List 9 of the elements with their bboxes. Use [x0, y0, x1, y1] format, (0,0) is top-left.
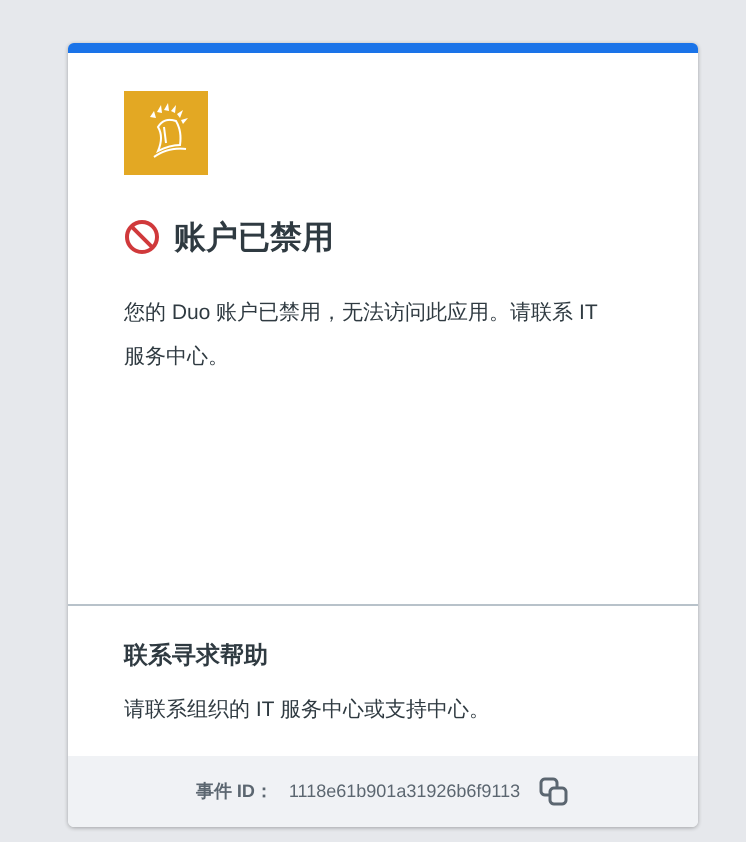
helmet-logo-icon [124, 91, 208, 175]
event-id-label: 事件 ID： [196, 780, 273, 803]
event-id-value: 1118e61b901a31926b6f9113 [288, 780, 520, 803]
prohibited-icon [124, 219, 160, 255]
message-text: 您的 Duo 账户已禁用，无法访问此应用。请联系 IT 服务中心。 [124, 300, 598, 370]
page-title: 账户已禁用 [174, 218, 334, 257]
help-text: 请联系组织的 IT 服务中心或支持中心。 [124, 697, 491, 723]
help-heading: 联系寻求帮助 [124, 641, 269, 671]
copy-icon[interactable] [538, 776, 570, 808]
